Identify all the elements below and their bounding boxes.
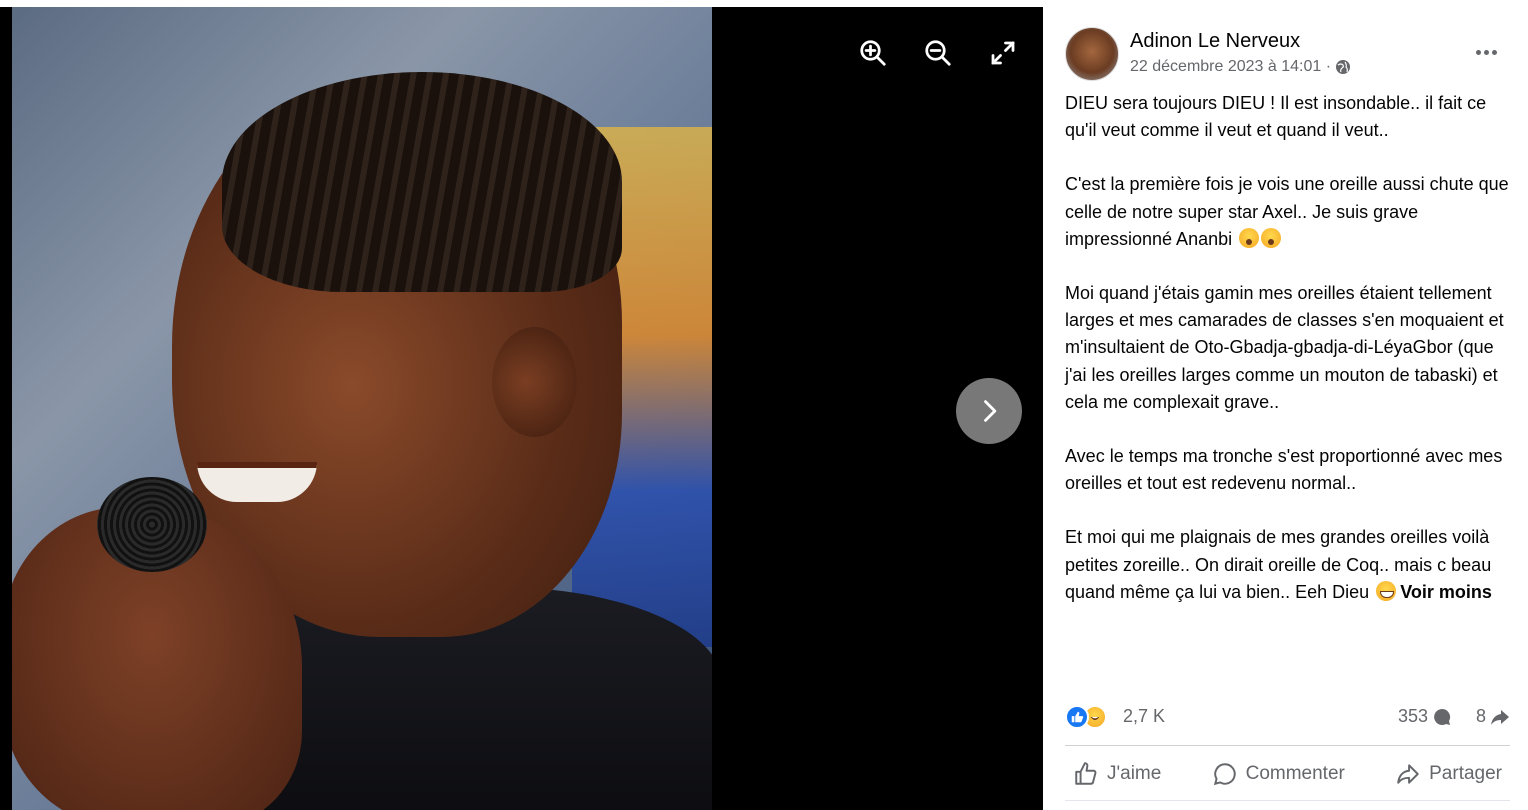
avatar[interactable]	[1065, 27, 1119, 81]
author-name[interactable]: Adinon Le Nerveux	[1130, 30, 1300, 53]
post-paragraph: DIEU sera toujours DIEU ! Il est insonda…	[1065, 93, 1487, 141]
comments-count-value: 353	[1397, 706, 1428, 726]
astonished-emoji-icon	[1261, 227, 1282, 248]
thumbs-up-icon	[1075, 762, 1097, 785]
comment-button[interactable]: Commenter	[1204, 755, 1353, 793]
shares-count[interactable]: 8	[1476, 706, 1510, 727]
comments-count[interactable]: 353	[1398, 706, 1452, 727]
next-photo-button[interactable]	[956, 378, 1022, 444]
comment-icon	[1213, 763, 1236, 786]
comment-bubble-icon	[1434, 708, 1451, 725]
see-less-link[interactable]: Voir moins	[1400, 582, 1492, 602]
zoom-in-icon[interactable]	[855, 35, 891, 71]
viewer-top-strip	[0, 0, 1043, 7]
globe-icon	[1335, 59, 1351, 75]
post-paragraph: C'est la première fois je vois une oreil…	[1065, 174, 1509, 249]
post-text: DIEU sera toujours DIEU ! Il est insonda…	[1065, 90, 1515, 606]
share-label: Partager	[1429, 763, 1502, 784]
share-arrow-icon	[1491, 709, 1509, 725]
share-button[interactable]: Partager	[1387, 755, 1510, 793]
grinning-sweat-emoji-icon	[1376, 580, 1397, 601]
reaction-summary: 2,7 K 353 8	[1065, 703, 1510, 731]
like-reaction-icon[interactable]	[1065, 705, 1089, 729]
post-paragraph: Avec le temps ma tronche s'est proportio…	[1065, 446, 1503, 494]
zoom-out-icon[interactable]	[920, 35, 956, 71]
post-paragraph: Et moi qui me plaignais de mes grandes o…	[1065, 527, 1492, 602]
divider	[1065, 745, 1510, 746]
post-actions: J'aime Commenter Partager	[1065, 752, 1510, 796]
post-panel: Adinon Le Nerveux 22 décembre 2023 à 14:…	[1043, 0, 1528, 810]
share-icon	[1397, 764, 1419, 784]
bottom-divider	[1065, 800, 1510, 801]
post-meta: 22 décembre 2023 à 14:01 ·	[1130, 58, 1351, 76]
post-timestamp[interactable]: 22 décembre 2023 à 14:01 ·	[1130, 58, 1331, 76]
media-viewer	[0, 0, 1043, 810]
more-options-icon[interactable]	[1471, 42, 1501, 62]
expand-icon[interactable]	[985, 35, 1021, 71]
shares-count-value: 8	[1475, 706, 1486, 726]
chevron-right-icon	[984, 400, 997, 422]
comment-label: Commenter	[1245, 763, 1345, 784]
like-button[interactable]: J'aime	[1065, 755, 1169, 793]
astonished-emoji-icon	[1239, 227, 1260, 248]
post-photo[interactable]	[12, 7, 712, 810]
like-label: J'aime	[1107, 763, 1162, 784]
post-paragraph: Moi quand j'étais gamin mes oreilles éta…	[1065, 283, 1504, 412]
reactions-count[interactable]: 2,7 K	[1123, 706, 1165, 727]
